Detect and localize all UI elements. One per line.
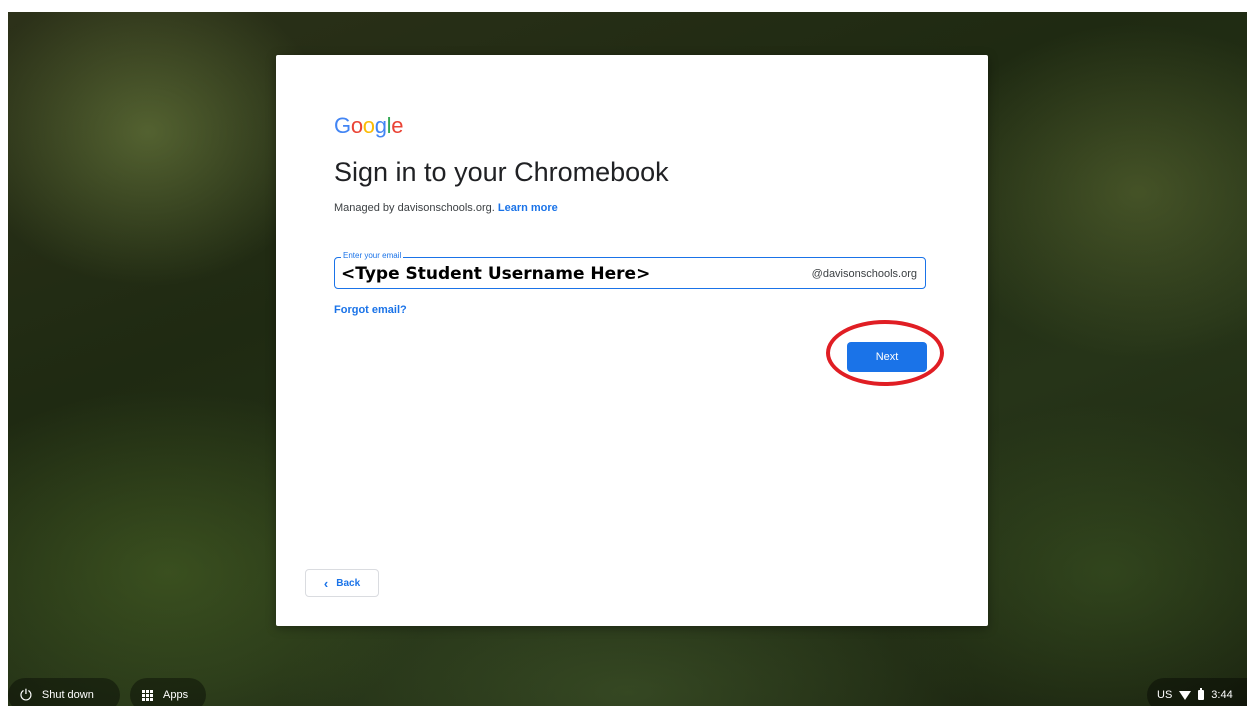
back-button[interactable]: ‹ Back <box>305 569 379 597</box>
next-button[interactable]: Next <box>847 342 927 372</box>
apps-grid-icon <box>142 689 153 701</box>
forgot-email-link[interactable]: Forgot email? <box>334 304 407 316</box>
desktop-wallpaper: Google Sign in to your Chromebook Manage… <box>8 12 1247 706</box>
wifi-icon <box>1179 690 1192 700</box>
battery-icon <box>1198 688 1205 700</box>
email-field-value[interactable]: <Type Student Username Here> <box>341 264 650 284</box>
email-domain-suffix: @davisonschools.org <box>811 268 917 280</box>
page-title: Sign in to your Chromebook <box>334 157 669 187</box>
apps-label: Apps <box>163 689 189 701</box>
learn-more-link[interactable]: Learn more <box>498 202 558 214</box>
email-field[interactable]: Enter your email <Type Student Username … <box>334 251 926 289</box>
sign-in-dialog: Google Sign in to your Chromebook Manage… <box>276 55 988 626</box>
power-icon: ⏻ <box>20 686 32 704</box>
chevron-left-icon: ‹ <box>323 575 329 591</box>
managed-by-text: Managed by davisonschools.org. <box>334 202 495 214</box>
email-field-label: Enter your email <box>341 251 404 260</box>
clock-time: 3:44 <box>1211 689 1233 701</box>
shutdown-label: Shut down <box>41 689 94 701</box>
status-tray[interactable]: US 3:44 <box>1147 678 1247 706</box>
google-logo: Google <box>334 113 404 138</box>
language-indicator: US <box>1157 689 1173 701</box>
managed-by-notice: Managed by davisonschools.org. Learn mor… <box>334 202 558 214</box>
shutdown-button[interactable]: ⏻ Shut down <box>8 678 120 706</box>
apps-button[interactable]: Apps <box>130 678 206 706</box>
back-button-label: Back <box>336 577 361 589</box>
